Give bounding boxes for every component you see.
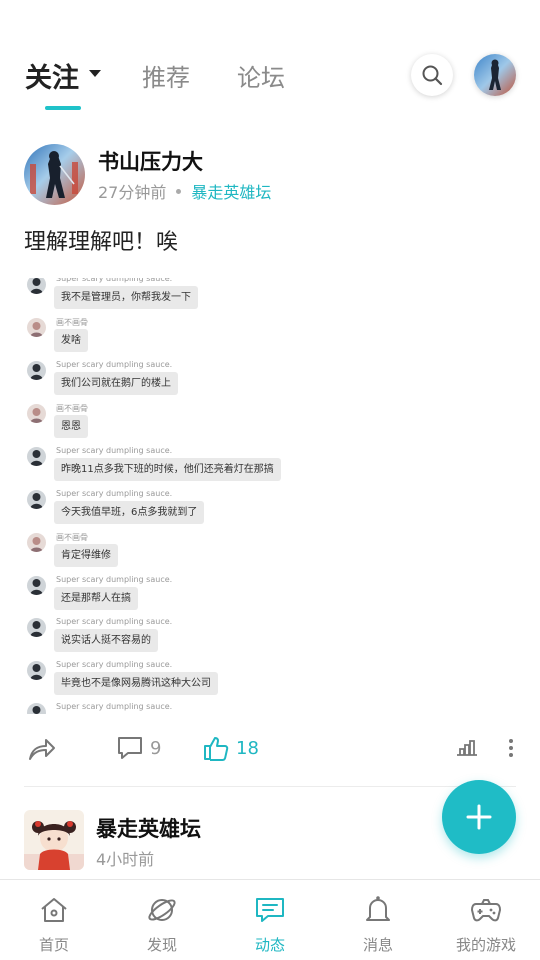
chat-sender-name: Super scary dumpling sauce. xyxy=(56,278,173,283)
like-count: 18 xyxy=(236,737,259,759)
like-button[interactable]: 18 xyxy=(202,734,259,762)
chat-sender-name: Super scary dumpling sauce. xyxy=(56,489,173,498)
chat-avatar xyxy=(27,361,46,380)
more-vertical-icon xyxy=(509,739,513,757)
user-avatar[interactable] xyxy=(474,54,516,96)
post-divider xyxy=(24,786,516,787)
top-header: 关注 推荐 论坛 xyxy=(0,40,540,120)
nav-label-messages: 消息 xyxy=(362,936,393,954)
tab-following[interactable]: 关注 xyxy=(25,56,79,95)
chat-bubble: 肯定得维修 xyxy=(54,544,118,567)
chat-message: 画不画骨 恩恩 xyxy=(24,404,516,446)
chat-avatar xyxy=(27,404,46,423)
comment-button[interactable]: 9 xyxy=(116,734,161,762)
nav-item-my-games[interactable]: 我的游戏 xyxy=(432,880,540,960)
comment-count: 9 xyxy=(150,737,162,759)
chat-avatar xyxy=(27,703,46,714)
post-action-bar: 9 18 xyxy=(0,730,540,770)
nav-label-home: 首页 xyxy=(38,936,69,954)
chat-bubble: 恩恩 xyxy=(54,415,88,438)
chat-message: Super scary dumpling sauce. 我不是管理员，你帮我发一下 xyxy=(24,278,516,317)
separator-dot xyxy=(176,188,182,194)
chat-avatar xyxy=(27,490,46,509)
nav-item-discover[interactable]: 发现 xyxy=(108,880,216,960)
chat-bubble: 我不是管理员，你帮我发一下 xyxy=(54,286,198,309)
chat-bubble: 毕竟也不是像网易腾讯这种大公司 xyxy=(54,672,218,695)
nav-item-home[interactable]: 首页 xyxy=(0,880,108,960)
chevron-down-icon[interactable] xyxy=(89,70,101,77)
chat-sender-name: Super scary dumpling sauce. xyxy=(56,617,173,626)
chat-message: Super scary dumpling sauce. 还是那帮人在搞 xyxy=(24,575,516,618)
forum-avatar[interactable] xyxy=(24,810,84,870)
post-meta: 27分钟前 暴走英雄坛 xyxy=(98,179,271,203)
nav-label-my-games: 我的游戏 xyxy=(455,936,516,954)
chat-bubble: 今天我值早班，6点多我就到了 xyxy=(54,501,205,524)
more-options-button[interactable] xyxy=(503,734,519,762)
gamepad-icon xyxy=(471,899,501,922)
chat-sender-name: 画不画骨 xyxy=(56,404,88,413)
chat-bubble: 昨晚11点多我下班的时候，他们还亮着灯在那搞 xyxy=(54,458,281,481)
search-icon xyxy=(422,65,443,86)
chat-message: Super scary dumpling sauce. 我们公司就在鹅厂的楼上 xyxy=(24,360,516,403)
active-tab-indicator xyxy=(45,106,81,110)
planet-icon xyxy=(148,899,176,921)
chat-sender-name: 画不画骨 xyxy=(56,533,88,542)
chat-bubble: 发啥 xyxy=(54,329,88,352)
author-avatar[interactable] xyxy=(24,144,85,205)
chat-avatar xyxy=(27,661,46,680)
chat-message: 画不画骨 发啥 xyxy=(24,318,516,360)
bell-icon xyxy=(366,896,390,921)
stats-button[interactable] xyxy=(455,734,479,758)
chat-bubble: 说实话人挺不容易的 xyxy=(54,629,158,652)
nav-item-feed[interactable]: 动态 xyxy=(216,880,324,960)
chat-bubble: 我们公司就在鹅厂的楼上 xyxy=(54,372,178,395)
post-image-chat-screenshot[interactable]: Super scary dumpling sauce. 我不是管理员，你帮我发一下… xyxy=(24,278,516,714)
search-button[interactable] xyxy=(411,54,453,96)
chat-avatar xyxy=(27,618,46,637)
post-author-name[interactable]: 书山压力大 xyxy=(98,146,203,176)
thumbs-up-icon xyxy=(204,737,229,761)
bottom-navigation: 首页 发现 动态 消息 我的游戏 xyxy=(0,879,540,960)
home-icon xyxy=(41,898,67,922)
plus-icon xyxy=(466,804,492,830)
nav-label-feed: 动态 xyxy=(254,936,285,954)
chat-message: Super scary dumpling sauce. 说实话人挺不容易的 xyxy=(24,617,516,660)
post-time: 27分钟前 xyxy=(98,183,167,202)
chat-avatar xyxy=(27,447,46,466)
chat-avatar xyxy=(27,278,46,294)
chat-bubble: 还是那帮人在搞 xyxy=(54,587,138,610)
nav-label-discover: 发现 xyxy=(146,936,177,954)
chat-sender-name: Super scary dumpling sauce. xyxy=(56,660,173,669)
chat-message: Super scary dumpling sauce. 昨晚11点多我下班的时候，… xyxy=(24,446,516,489)
create-post-button[interactable] xyxy=(442,780,516,854)
chat-sender-name: 画不画骨 xyxy=(56,318,88,327)
share-button[interactable] xyxy=(26,734,56,764)
chat-message: 画不画骨 肯定得维修 xyxy=(24,533,516,575)
chat-avatar xyxy=(27,318,46,337)
chat-message: Super scary dumpling sauce. xyxy=(24,702,516,714)
tab-recommend[interactable]: 推荐 xyxy=(142,58,190,93)
tab-forum[interactable]: 论坛 xyxy=(237,58,285,93)
chat-sender-name: Super scary dumpling sauce. xyxy=(56,575,173,584)
post-text: 理解理解吧！唉 xyxy=(24,230,179,255)
chat-avatar xyxy=(27,533,46,552)
share-icon xyxy=(29,739,55,760)
post2-author-name[interactable]: 暴走英雄坛 xyxy=(96,813,201,843)
chat-sender-name: Super scary dumpling sauce. xyxy=(56,702,173,711)
post-forum-link[interactable]: 暴走英雄坛 xyxy=(191,179,271,203)
chat-message: Super scary dumpling sauce. 毕竟也不是像网易腾讯这种大… xyxy=(24,660,516,703)
chat-message: Super scary dumpling sauce. 今天我值早班，6点多我就到… xyxy=(24,489,516,532)
chat-sender-name: Super scary dumpling sauce. xyxy=(56,446,173,455)
chat-avatar xyxy=(27,576,46,595)
nav-item-messages[interactable]: 消息 xyxy=(324,880,432,960)
chat-sender-name: Super scary dumpling sauce. xyxy=(56,360,173,369)
message-icon xyxy=(256,898,284,922)
bar-chart-icon xyxy=(457,740,477,756)
comment-icon xyxy=(118,737,142,759)
post2-time: 4小时前 xyxy=(96,850,155,869)
